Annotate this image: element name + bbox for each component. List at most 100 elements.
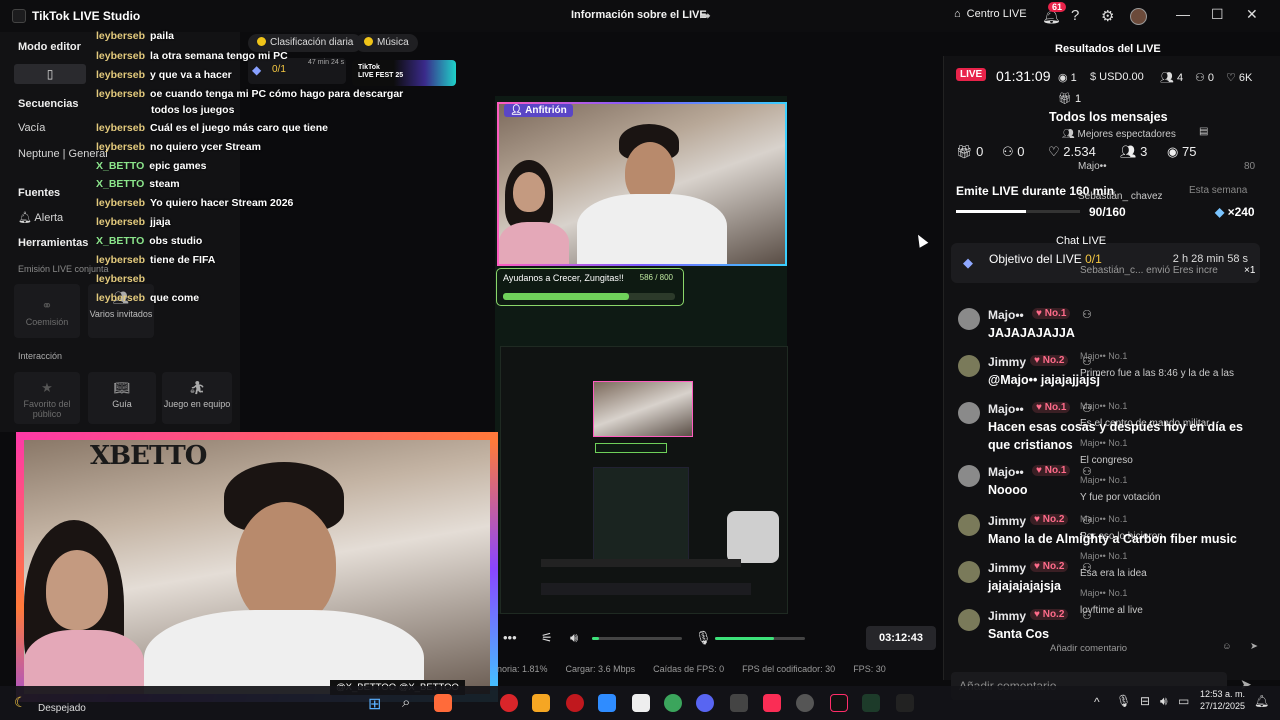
- list-icon[interactable]: ▤: [1199, 126, 1208, 137]
- coemision-label: Coemisión: [25, 317, 69, 327]
- small-comment-field[interactable]: Añadir comentario ☺ ➤: [1050, 640, 1258, 660]
- chat-username[interactable]: Jimmy: [988, 514, 1026, 528]
- overlay-chat-message: paila: [150, 30, 174, 42]
- live-fest-banner[interactable]: TikTok LIVE FEST 25: [352, 60, 456, 86]
- close-icon[interactable]: ✕: [1246, 6, 1258, 23]
- avatar[interactable]: [1130, 8, 1147, 25]
- follower-icon: ⚇: [1082, 610, 1092, 622]
- overlay-chat-line: X_BETTO epic games: [96, 160, 206, 172]
- scene-vacia[interactable]: Vacía: [18, 122, 45, 134]
- epic-games-icon[interactable]: [896, 694, 914, 712]
- opera-gx-icon[interactable]: [566, 694, 584, 712]
- calendar-icon[interactable]: [730, 694, 748, 712]
- rank-badge: ♥ No.2: [1030, 561, 1069, 572]
- music-icon: [364, 37, 373, 46]
- chat-live-heading[interactable]: Chat LIVE: [1056, 235, 1106, 247]
- tray-volume-icon[interactable]: 🔊︎: [1160, 694, 1168, 709]
- live-info-title[interactable]: Información sobre el LIVE: [571, 9, 707, 21]
- overlay-chat-user: leyberseb: [96, 122, 146, 134]
- top-metric: ⚇ 0: [1195, 71, 1214, 84]
- objective-progress: 0/1: [1085, 252, 1102, 266]
- chat-username[interactable]: Majo••: [988, 402, 1024, 416]
- avatar[interactable]: [958, 355, 980, 377]
- mixer-icon[interactable]: ⚟: [541, 630, 553, 646]
- help-icon[interactable]: ?: [1071, 7, 1079, 24]
- nested-taskbar: [541, 583, 751, 595]
- chrome-icon[interactable]: [664, 694, 682, 712]
- tray-chevron-icon[interactable]: ^: [1094, 695, 1100, 709]
- favorito-tile[interactable]: ★ Favorito del público: [14, 372, 80, 424]
- mode-editor-label[interactable]: Modo editor: [18, 41, 81, 53]
- notion-icon[interactable]: [632, 694, 650, 712]
- taskbar-clock[interactable]: 12:53 a. m. 27/12/2025: [1200, 688, 1245, 712]
- search-icon[interactable]: ⌕: [402, 694, 410, 711]
- app-icon-2[interactable]: [862, 694, 880, 712]
- mic-slider[interactable]: [715, 637, 805, 640]
- windows-start-icon[interactable]: ⊞: [368, 694, 381, 714]
- avatar[interactable]: [958, 465, 980, 487]
- chat-username[interactable]: Jimmy: [988, 355, 1026, 369]
- cam-host-face: [236, 502, 336, 626]
- avatar[interactable]: [958, 402, 980, 424]
- mobile-layout-button[interactable]: ▯: [14, 64, 86, 84]
- tray-notification-icon[interactable]: 🔔︎: [1254, 694, 1269, 708]
- app-icon-1[interactable]: [434, 694, 452, 712]
- guest-shirt: [499, 222, 569, 264]
- opera-icon[interactable]: [500, 694, 518, 712]
- guia-tile[interactable]: 📖︎ Guía: [88, 372, 156, 424]
- source-alerta[interactable]: 🔔︎ Alerta: [18, 211, 63, 224]
- overlay-chat-message: la otra semana tengo mi PC: [150, 50, 288, 62]
- share-icon[interactable]: ➦: [700, 8, 711, 24]
- more-icon[interactable]: •••: [503, 630, 517, 645]
- mejores-espectadores[interactable]: 👥︎ Mejores espectadores: [1062, 129, 1176, 140]
- overlay-chat-line: leyberseb no quiero ycer Stream: [96, 141, 261, 153]
- todo-icon[interactable]: [598, 694, 616, 712]
- tray-mic-icon[interactable]: 🎙︎: [1116, 694, 1131, 708]
- notification-badge: 61: [1048, 2, 1067, 12]
- chat-username[interactable]: Majo••: [988, 308, 1024, 322]
- scene-neptune[interactable]: Neptune | General: [18, 148, 108, 160]
- chat-username[interactable]: Jimmy: [988, 609, 1026, 623]
- emoji-icon[interactable]: ☺: [1222, 641, 1232, 652]
- avatar[interactable]: [958, 561, 980, 583]
- host-label: 👤︎ Anfitrión: [504, 104, 573, 117]
- user-plus-icon: ⚇: [1002, 144, 1018, 159]
- maximize-icon[interactable]: ☐: [1211, 6, 1224, 23]
- stat-item: Cargar: 3.6 Mbps: [565, 664, 636, 674]
- top-viewer-majo-value: 80: [1244, 161, 1256, 172]
- mic-icon[interactable]: 🎙︎: [695, 630, 712, 646]
- speaker-icon[interactable]: 🔊︎: [570, 630, 578, 646]
- avatar[interactable]: [958, 514, 980, 536]
- files-icon[interactable]: [532, 694, 550, 712]
- centro-live-button[interactable]: ⌂ Centro LIVE: [954, 8, 1027, 20]
- chat-username[interactable]: Jimmy: [988, 561, 1026, 575]
- taskbar: ☾ ⊞ ⌕ ^ 🎙︎ ⊟ 🔊︎ ▭ 🔔︎: [0, 686, 1280, 720]
- juego-tile[interactable]: ⛹︎ Juego en equipo: [162, 372, 232, 424]
- musica-chip[interactable]: Música: [355, 34, 418, 52]
- music-app-icon[interactable]: [763, 694, 781, 712]
- title-bar: TikTok LIVE Studio Información sobre el …: [0, 0, 1280, 32]
- tray-network-icon[interactable]: ⊟: [1140, 694, 1150, 708]
- esta-semana-label[interactable]: Esta semana: [1189, 185, 1247, 196]
- chat-username[interactable]: Majo••: [988, 465, 1024, 479]
- heart-icon: ♡: [1048, 144, 1064, 159]
- goal-count: 586 / 800: [639, 273, 673, 282]
- avatar[interactable]: [958, 308, 980, 330]
- objective-card[interactable]: ◆ Objetivo del LIVE 0/1 2 h 28 min 58 s: [951, 243, 1260, 283]
- volume-slider[interactable]: [592, 637, 682, 640]
- send-icon[interactable]: ➤: [1250, 641, 1258, 652]
- top-metric-value: 4: [1176, 72, 1184, 84]
- todos-mensajes-heading[interactable]: Todos los mensajes: [1049, 110, 1168, 124]
- overlay-chat-line: leyberseb Yo quiero hacer Stream 2026: [96, 197, 293, 209]
- gear-icon[interactable]: ⚙: [1101, 7, 1114, 25]
- nested-tile-icon: [727, 511, 779, 563]
- tray-battery-icon[interactable]: ▭: [1178, 694, 1189, 708]
- minimize-icon[interactable]: —: [1176, 6, 1190, 22]
- coemision-tile[interactable]: ⚭ Coemisión: [14, 284, 80, 338]
- avatar[interactable]: [958, 609, 980, 631]
- tiktok-taskbar-icon[interactable]: [830, 694, 848, 712]
- resultados-heading: Resultados del LIVE: [1055, 43, 1161, 55]
- obs-icon[interactable]: [796, 694, 814, 712]
- overlay-chat-line: leyberseb la otra semana tengo mi PC: [96, 50, 288, 62]
- discord-icon[interactable]: [696, 694, 714, 712]
